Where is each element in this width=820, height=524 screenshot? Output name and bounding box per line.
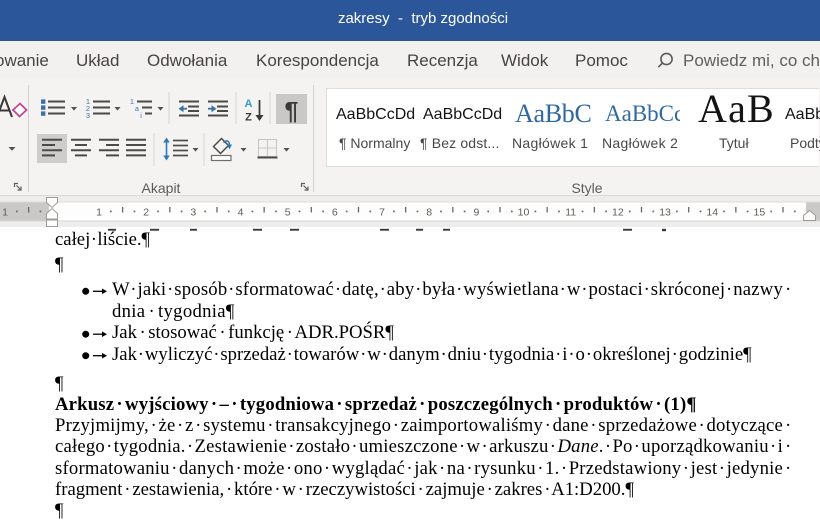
svg-text:7: 7	[379, 207, 385, 219]
svg-text:3: 3	[86, 111, 90, 120]
svg-text:A: A	[245, 98, 253, 110]
svg-text:1: 1	[2, 207, 8, 219]
svg-text:1: 1	[96, 207, 102, 219]
svg-text:8: 8	[426, 207, 432, 219]
svg-text:13: 13	[659, 207, 671, 219]
svg-text:5: 5	[285, 207, 291, 219]
svg-text:14: 14	[706, 207, 718, 219]
svg-text:Z: Z	[245, 112, 252, 124]
svg-text:9: 9	[473, 207, 479, 219]
svg-text:12: 12	[612, 207, 624, 219]
svg-text:¶: ¶	[285, 98, 299, 126]
svg-text:10: 10	[518, 207, 530, 219]
svg-text:3: 3	[190, 207, 196, 219]
svg-text:11: 11	[565, 207, 576, 219]
svg-text:15: 15	[754, 207, 766, 219]
svg-text:i: i	[140, 113, 142, 120]
svg-text:1: 1	[130, 99, 134, 106]
svg-text:2: 2	[143, 207, 149, 219]
svg-text:a: a	[135, 106, 139, 113]
svg-text:4: 4	[238, 207, 244, 219]
svg-text:6: 6	[332, 207, 338, 219]
